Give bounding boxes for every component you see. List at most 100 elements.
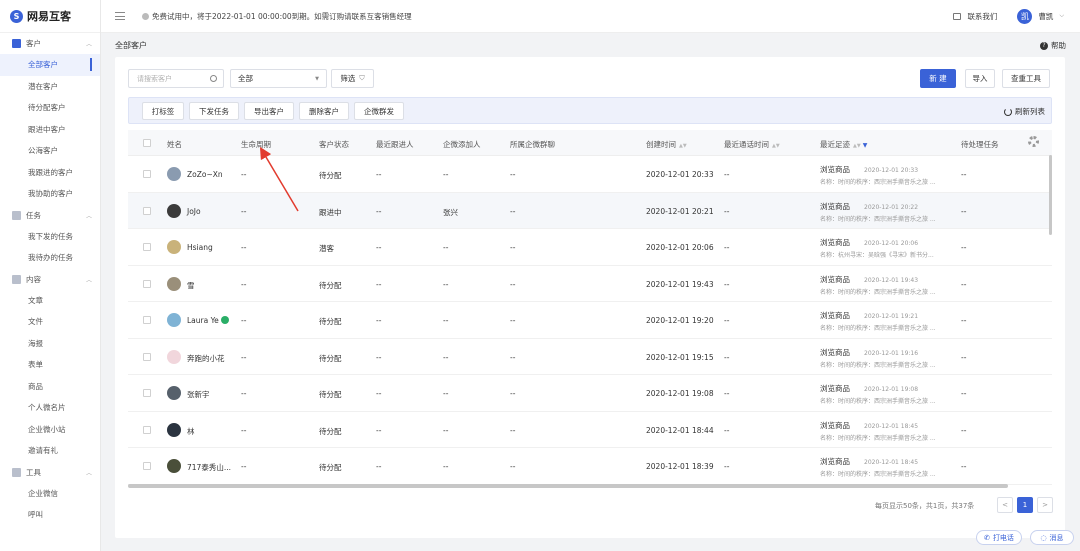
sidebar-item[interactable]: 待分配客户 (0, 97, 100, 119)
filter-button[interactable]: 筛选 ⛉ (331, 69, 374, 88)
content-icon (12, 274, 21, 284)
row-checkbox[interactable] (143, 243, 151, 251)
sidebar-group-customers[interactable]: 客户 ︿ (0, 33, 100, 54)
row-checkbox[interactable] (143, 206, 151, 215)
row-checkbox[interactable] (143, 389, 151, 397)
sidebar-item[interactable]: 公海客户 (0, 140, 100, 162)
row-checkbox[interactable] (143, 462, 151, 470)
customer-name[interactable]: ZoZo~Xn (187, 170, 223, 179)
adder-cell: -- (443, 425, 449, 435)
sidebar-item[interactable]: 我下发的任务 (0, 226, 100, 248)
sidebar-item[interactable]: 文章 (0, 290, 100, 312)
chat-icon[interactable] (953, 12, 962, 20)
call-button[interactable]: ✆ 打电话 (976, 530, 1022, 545)
customer-name[interactable]: JoJo (187, 207, 201, 216)
message-button[interactable]: ◌ 消息 (1030, 530, 1074, 545)
col-created[interactable]: 创建时间 ▲▼ (646, 139, 687, 150)
table-row[interactable]: JoJo -- 跟进中 -- 张兴 -- 2020-12-01 20:21 --… (128, 192, 1052, 229)
dedupe-tool-button[interactable]: 查重工具 (1002, 69, 1050, 88)
row-checkbox[interactable] (143, 425, 151, 434)
sort-icon[interactable]: ▲▼ (853, 143, 861, 149)
contact-us-link[interactable]: 联系我们 (967, 11, 997, 22)
row-checkbox[interactable] (143, 352, 151, 361)
help-link[interactable]: ? 帮助 (1040, 40, 1066, 51)
sidebar-item[interactable]: 我协助的客户 (0, 183, 100, 205)
sidebar-item[interactable]: 我跟进的客户 (0, 162, 100, 184)
user-name[interactable]: 曹凯 (1038, 11, 1053, 22)
chevron-up-icon[interactable]: ︿ (86, 211, 92, 220)
logo[interactable]: S 网易互客 (0, 0, 100, 33)
pending-cell: -- (961, 316, 967, 325)
chevron-up-icon[interactable]: ︿ (86, 468, 92, 477)
sidebar-item[interactable]: 潜在客户 (0, 76, 100, 98)
col-last-contact[interactable]: 最近通话时间 ▲▼ (724, 139, 780, 150)
sidebar-item[interactable]: 企业微小站 (0, 419, 100, 441)
last-contact-cell: -- (724, 243, 730, 252)
import-button[interactable]: 导入 (965, 69, 995, 88)
table-row[interactable]: 林 -- 待分配 -- -- -- 2020-12-01 18:44 -- 浏览… (128, 411, 1052, 448)
sidebar-item[interactable]: 跟进中客户 (0, 119, 100, 141)
sidebar-group-tools[interactable]: 工具 ︿ (0, 462, 100, 483)
customer-name[interactable]: Laura Ye (187, 316, 229, 325)
table-row[interactable]: Laura Ye -- 待分配 -- -- -- 2020-12-01 19:2… (128, 302, 1052, 339)
sidebar-item[interactable]: 我待办的任务 (0, 247, 100, 269)
col-pending: 待处理任务 (961, 140, 999, 149)
search-icon[interactable] (210, 75, 217, 82)
table-row[interactable]: 张新宇 -- 待分配 -- -- -- 2020-12-01 19:08 -- … (128, 375, 1052, 412)
track-time: 2020-12-01 20:22 (864, 203, 919, 211)
row-checkbox[interactable] (143, 316, 151, 324)
sidebar-group-content[interactable]: 内容 ︿ (0, 269, 100, 290)
funnel-icon[interactable]: ▼ (863, 142, 868, 149)
column-settings-gear-icon[interactable] (1028, 136, 1039, 147)
customer-name[interactable]: 雪 (187, 280, 195, 291)
row-checkbox[interactable] (143, 170, 151, 178)
chevron-down-icon[interactable]: ⌵ (1059, 12, 1064, 20)
search-input[interactable]: 请搜索客户 (128, 69, 224, 88)
scope-select[interactable]: 全部 ▼ (230, 69, 327, 88)
vertical-scrollbar[interactable] (1049, 155, 1052, 235)
sidebar-item[interactable]: 全部客户 (0, 54, 100, 76)
sidebar-item[interactable]: 表单 (0, 354, 100, 376)
chevron-up-icon[interactable]: ︿ (86, 39, 92, 48)
table-row[interactable]: 雪 -- 待分配 -- -- -- 2020-12-01 19:43 -- 浏览… (128, 265, 1052, 302)
customer-name[interactable]: 奔跑的小花 (187, 353, 225, 364)
refresh-list-button[interactable]: 刷新列表 (1004, 106, 1045, 117)
tag-button[interactable]: 打标签 (142, 102, 184, 120)
menu-toggle-icon[interactable] (115, 12, 125, 20)
page-1-button[interactable]: 1 (1017, 497, 1033, 513)
sort-icon[interactable]: ▲▼ (772, 143, 780, 149)
sidebar-menu: 客户 ︿ 全部客户 潜在客户 待分配客户 跟进中客户 公海客户 我跟进的客户 我协助的客户 任… (0, 33, 100, 526)
table-row[interactable]: ZoZo~Xn -- 待分配 -- -- -- 2020-12-01 20:33… (128, 156, 1052, 193)
table-row[interactable]: 717泰秀山... -- 待分配 -- -- -- 2020-12-01 18:… (128, 448, 1052, 485)
table-row[interactable]: Hsiang -- 潜客 -- -- -- 2020-12-01 20:06 -… (128, 229, 1052, 266)
group-message-button[interactable]: 企微群发 (354, 102, 404, 120)
sort-icon[interactable]: ▲▼ (679, 143, 687, 149)
select-all-checkbox[interactable] (143, 139, 151, 147)
track-title: 浏览商品 (820, 420, 850, 430)
sidebar-item[interactable]: 文件 (0, 311, 100, 333)
customer-name[interactable]: 林 (187, 426, 195, 437)
chevron-up-icon[interactable]: ︿ (86, 275, 92, 284)
sidebar-item[interactable]: 个人微名片 (0, 397, 100, 419)
user-avatar[interactable]: 凯 (1017, 8, 1033, 24)
horizontal-scrollbar[interactable] (128, 484, 1008, 488)
sidebar-item[interactable]: 企业微信 (0, 483, 100, 505)
row-checkbox[interactable] (143, 279, 151, 288)
assign-task-button[interactable]: 下发任务 (189, 102, 239, 120)
sidebar-item[interactable]: 商品 (0, 376, 100, 398)
customer-name[interactable]: 717泰秀山... (187, 462, 231, 473)
prev-page-button[interactable]: < (997, 497, 1013, 513)
table-row[interactable]: 奔跑的小花 -- 待分配 -- -- -- 2020-12-01 19:15 -… (128, 338, 1052, 375)
new-customer-button[interactable]: 新 建 (920, 69, 956, 88)
delete-button[interactable]: 删除客户 (299, 102, 349, 120)
next-page-button[interactable]: > (1037, 497, 1053, 513)
export-button[interactable]: 导出客户 (244, 102, 294, 120)
sidebar-item[interactable]: 呼叫 (0, 504, 100, 526)
pending-cell: -- (961, 170, 967, 179)
sidebar-item[interactable]: 邀请有礼 (0, 440, 100, 462)
sidebar-item[interactable]: 海报 (0, 333, 100, 355)
customer-name[interactable]: Hsiang (187, 243, 213, 252)
sidebar-group-tasks[interactable]: 任务 ︿ (0, 205, 100, 226)
col-last-track[interactable]: 最近足迹 ▲▼ ▼ (820, 139, 867, 150)
customer-name[interactable]: 张新宇 (187, 389, 210, 400)
